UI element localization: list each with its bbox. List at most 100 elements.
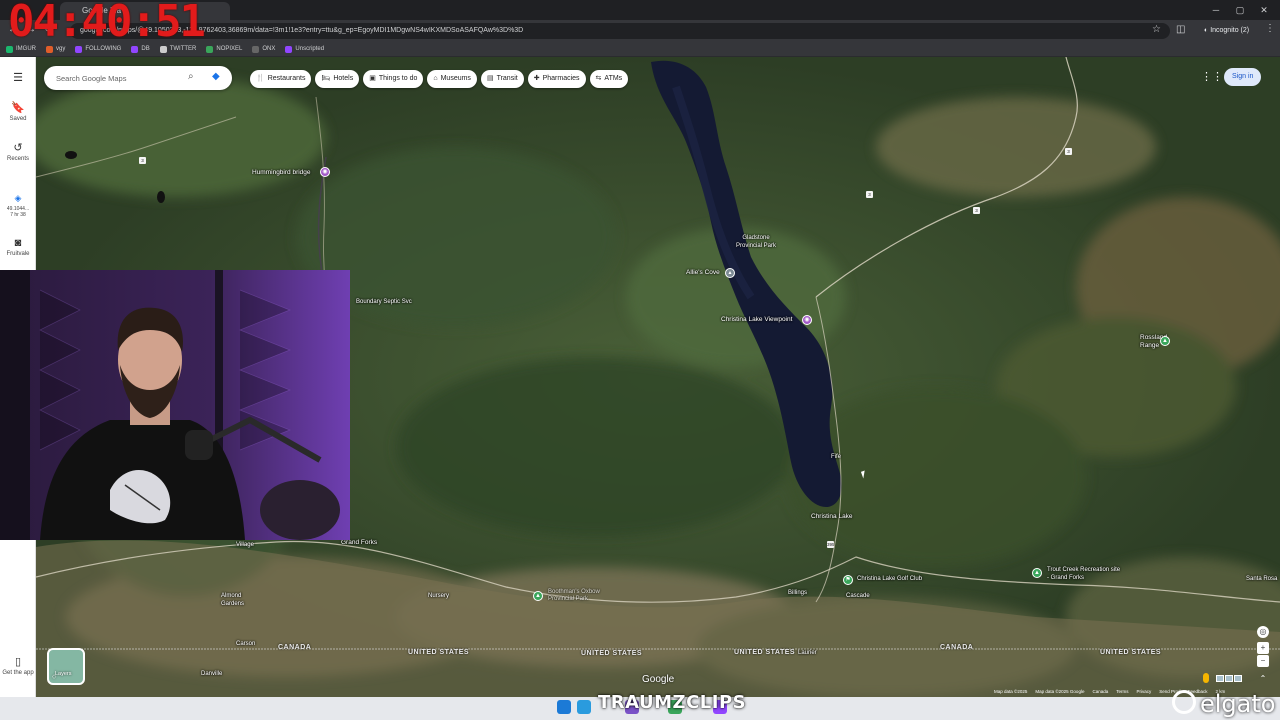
chip-label: ATMs [604,75,623,82]
zoom-out-button[interactable]: − [1257,655,1269,667]
viewpoint-pin-icon[interactable]: ◉ [802,315,812,325]
campground-pin-icon[interactable]: ▲ [1032,568,1042,578]
webcam-overlay [0,270,350,540]
close-icon[interactable]: ✕ [1252,0,1276,20]
maximize-icon[interactable]: ▢ [1228,0,1252,20]
browser-menu-icon[interactable]: ⋮ [1265,23,1275,34]
golf-pin-icon[interactable]: ⚑ [843,575,853,585]
windows-start-icon[interactable] [557,700,571,714]
elgato-logo-icon [1172,690,1196,714]
get-app-label: Get the app [2,670,34,676]
map-label-trout-creek[interactable]: Trout Creek Recreation site - Grand Fork… [1047,566,1122,582]
bookmark-favicon-icon [206,45,214,53]
history-icon: ↺ [13,142,23,154]
attribution-item[interactable]: Terms [1116,689,1128,694]
category-chips: 🍴 Restaurants 🛏 Hotels ▣ Things to do ⌂ Museums… [250,70,629,88]
expand-icon[interactable]: ⌃ [1257,673,1269,685]
chip-things-to-do[interactable]: ▣ Things to do [363,70,424,88]
search-box[interactable]: ⌕ ◆ [44,66,232,90]
get-app-button[interactable]: ▯ Get the app [0,655,36,676]
map-label-allies-cove[interactable]: Allie's Cove [686,269,720,276]
viewpoint-pin-icon[interactable]: ◉ [320,167,330,177]
google-apps-icon[interactable]: ⋮⋮ [1201,70,1223,83]
map-label-almond-gardens[interactable]: Almond Gardens [221,592,251,608]
street-view-pegman-icon[interactable] [1203,673,1209,683]
bookmark-favicon-icon [252,45,260,53]
saved-button[interactable]: 🔖 Saved [0,101,36,122]
attribution-item[interactable]: Canada [1092,689,1108,694]
map-label-santa-rosa[interactable]: Santa Rosa [1246,575,1280,583]
chip-restaurants[interactable]: 🍴 Restaurants [250,70,312,88]
elgato-watermark: elgato [1200,690,1276,718]
my-location-icon[interactable]: ◎ [1257,626,1269,638]
address-bar[interactable]: google.com/maps/@49.1050213,-117.9762403… [70,23,1170,39]
park-pin-icon[interactable]: ▲ [1160,336,1170,346]
recents-label: Recents [6,156,29,162]
incognito-badge[interactable]: ◐ Incognito (2) [1204,24,1249,38]
map-label-boundary-septic[interactable]: Boundary Septic Svc [356,299,412,305]
map-label-gladstone-park[interactable]: Gladstone Provincial Park [736,234,776,250]
chip-transit[interactable]: ▤ Transit [480,70,524,88]
recent-location-duration: 7 hr 38 [10,212,26,218]
menu-button[interactable]: ☰ [0,71,36,86]
layers-button[interactable]: ◇ Layers [47,648,85,685]
recent-location-button[interactable]: ◈ 49.1044... 7 hr 38 [0,193,36,218]
chip-pharmacies[interactable]: ✚ Pharmacies [527,70,586,88]
place-icon: ◙ [14,237,22,249]
clips-watermark: TRAUMZCLIPS [598,692,747,713]
chip-label: Restaurants [267,75,306,82]
attribution-item: Map data ©2025 [994,689,1028,694]
map-label-cascade[interactable]: Cascade [846,593,870,599]
chip-label: Museums [440,75,471,82]
map-label-nursery[interactable]: Nursery [428,593,449,599]
attribution-item[interactable]: Privacy [1136,689,1151,694]
map-label-laurier[interactable]: Laurier [798,650,817,656]
taskbar-app-icon[interactable] [577,700,591,714]
map-label-fife[interactable]: Fife [831,454,841,460]
bookmark-item[interactable]: NOPIXEL [206,45,243,53]
bookmark-item[interactable]: ONX [252,45,275,53]
chip-hotels[interactable]: 🛏 Hotels [315,70,360,88]
map-label-christina-lake-viewpoint[interactable]: Christina Lake Viewpoint [721,316,792,323]
search-input[interactable] [56,70,182,86]
highway-shield: 3 [973,207,980,214]
map-label-boothmans-oxbow[interactable]: Boothman's Oxbow Provincial Park [548,589,618,603]
fruitvale-label: Fruitvale [6,251,30,257]
border-label-canada: CANADA [278,644,312,651]
imagery-thumb[interactable] [1225,675,1233,682]
map-label-billings[interactable]: Billings [788,590,807,596]
bookmark-item[interactable]: Unscripted [285,45,324,53]
chip-icon: 🍴 [256,75,265,82]
zoom-in-button[interactable]: + [1257,642,1269,654]
chip-label: Transit [496,75,518,82]
map-label-village[interactable]: Village [236,542,254,548]
bookmark-favicon-icon [285,45,293,53]
recent-fruitvale-button[interactable]: ◙ Fruitvale [0,237,36,257]
directions-icon[interactable]: ◆ [212,71,220,82]
bookmark-star-icon[interactable]: ☆ [1152,24,1161,35]
park-pin-icon[interactable]: ▲ [533,591,543,601]
highway-shield: 3 [1065,148,1072,155]
chip-atms[interactable]: ⇆ ATMs [589,70,629,88]
bookmark-label: NOPIXEL [216,46,243,52]
border-label-united-states: UNITED STATES [581,650,643,657]
campground-pin-icon[interactable]: ▴ [725,268,735,278]
chip-icon: ▣ [369,75,376,82]
map-label-hummingbird-bridge[interactable]: Hummingbird bridge [252,169,311,176]
imagery-toggles[interactable] [1216,675,1242,682]
phone-icon: ▯ [14,656,22,668]
map-label-christina-lake[interactable]: Christina Lake [811,513,853,520]
map-label-golf-club[interactable]: Christina Lake Golf Club [857,576,922,582]
chip-label: Things to do [378,75,418,82]
chip-museums[interactable]: ⌂ Museums [427,70,477,88]
imagery-thumb[interactable] [1216,675,1224,682]
map-label-grand-forks[interactable]: Grand Forks [341,539,377,546]
map-label-carson[interactable]: Carson [236,641,255,647]
imagery-thumb[interactable] [1234,675,1242,682]
recents-button[interactable]: ↺ Recents [0,141,36,162]
map-label-danville[interactable]: Danville [201,671,222,677]
sign-in-button[interactable]: Sign in [1224,68,1262,86]
minimize-icon[interactable]: ─ [1204,0,1228,20]
extensions-icon[interactable]: ◫ [1176,24,1185,35]
search-icon[interactable]: ⌕ [188,71,194,82]
